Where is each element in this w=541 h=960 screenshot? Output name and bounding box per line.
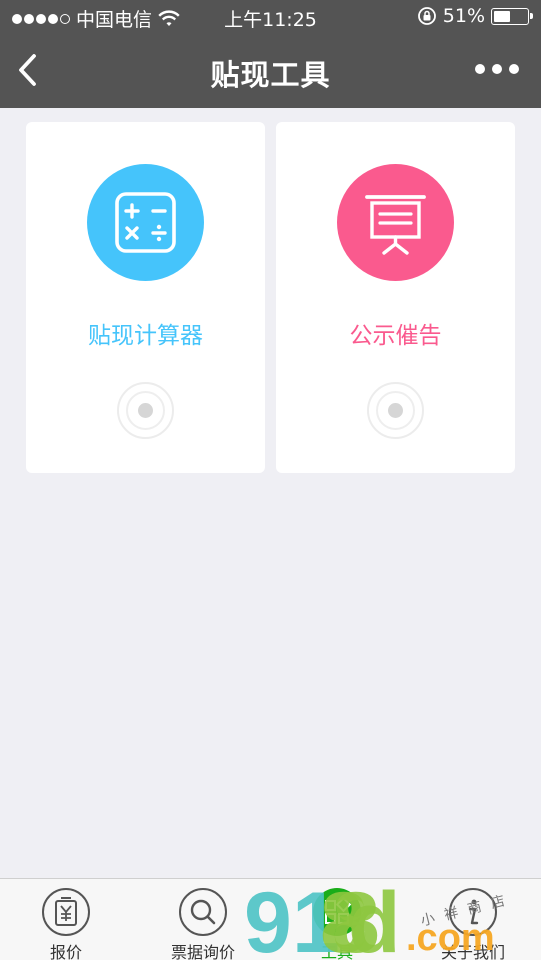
status-right: 51% [417, 5, 533, 27]
tab-about-us[interactable]: 关于我们 [413, 879, 533, 960]
card-label-calculator: 贴现计算器 [88, 323, 203, 349]
calculator-icon-circle [87, 164, 204, 281]
grid-tools-icon [313, 888, 361, 936]
tab-label: 报价 [49, 943, 82, 960]
search-icon [179, 888, 227, 936]
tab-bill-inquiry[interactable]: 票据询价 [143, 879, 263, 960]
tab-label: 关于我们 [440, 943, 505, 960]
price-tag-yuan-icon [42, 888, 90, 936]
public-notice-card[interactable]: 公示催告 [276, 122, 515, 473]
tab-label: 票据询价 [170, 943, 235, 960]
info-icon [449, 888, 497, 936]
discount-calculator-card[interactable]: 贴现计算器 [26, 122, 265, 473]
notice-board-icon [365, 195, 426, 255]
more-dots-icon[interactable] [475, 64, 519, 74]
battery-icon [491, 7, 533, 25]
notice-icon-circle [337, 164, 454, 281]
page-title: 贴现工具 [210, 58, 331, 92]
battery-percent: 51% [442, 5, 485, 27]
nav-bar: 贴现工具 [0, 34, 541, 108]
card-label-notice: 公示催告 [349, 323, 442, 349]
tab-bar: 报价 票据询价 工具 关于我们 [0, 878, 541, 960]
rotation-lock-icon [417, 7, 436, 25]
card-indicator-icon [117, 382, 174, 439]
tab-label: 工具 [320, 943, 353, 960]
status-bar: 中国电信 上午11:25 51% [0, 0, 541, 34]
tab-quote[interactable]: 报价 [6, 879, 126, 960]
calculator-icon [115, 192, 176, 253]
card-indicator-icon [367, 382, 424, 439]
tab-tools[interactable]: 工具 [277, 879, 397, 960]
